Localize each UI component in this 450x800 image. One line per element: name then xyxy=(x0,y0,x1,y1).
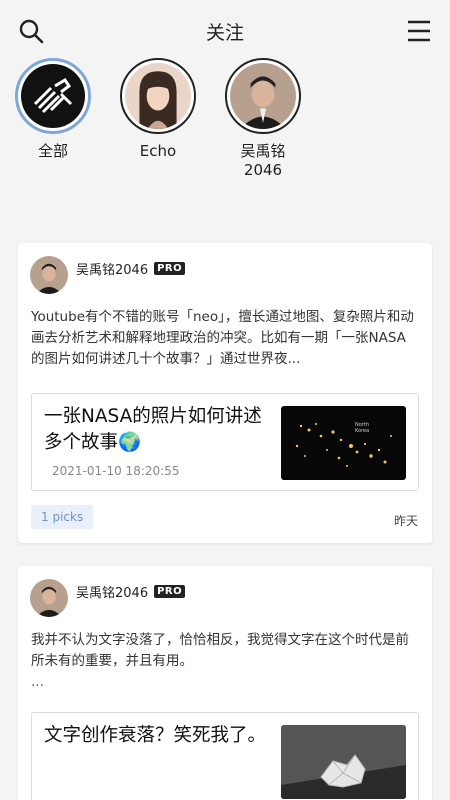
article-title: 一张NASA的照片如何讲述多个故事🌍 xyxy=(44,406,262,453)
author-avatar[interactable] xyxy=(30,579,68,617)
post-author[interactable]: 吴禹铭2046 PRO xyxy=(30,578,186,618)
story-ring xyxy=(120,58,196,134)
story-name: Echo xyxy=(139,142,177,160)
pro-badge: PRO xyxy=(154,261,186,275)
post-text-content: 我并不认为文字没落了，恰恰相反，我觉得文字在这个时代是前所未有的重要，并且有用。 xyxy=(31,632,409,669)
article-title: 文字创作衰落？笑死我了。 xyxy=(44,725,267,746)
story-name: 全部 xyxy=(37,142,68,160)
author-name[interactable]: 吴禹铭2046 xyxy=(76,259,148,278)
post-time: 昨天 xyxy=(393,514,418,528)
linked-article-card[interactable]: 文字创作衰落？笑死我了。 xyxy=(31,712,419,800)
linked-article-card[interactable]: 一张NASA的照片如何讲述多个故事🌍 2021-01-10 18:20:55 N… xyxy=(31,393,419,491)
top-bar: 关注 xyxy=(0,0,450,60)
story-name: 吴禹铭 2046 xyxy=(240,142,286,179)
hamburger-menu-icon[interactable] xyxy=(406,18,432,44)
all-logo-icon xyxy=(21,64,85,128)
author-avatar[interactable] xyxy=(30,256,68,294)
article-thumbnail: North Korea xyxy=(281,406,406,480)
post-card[interactable]: 吴禹铭2046 PRO 我并不认为文字没落了，恰恰相反，我觉得文字在这个时代是前… xyxy=(18,566,432,800)
post-card[interactable]: 吴禹铭2046 PRO Youtube有个不错的账号「neo」，擅长通过地图、复… xyxy=(18,243,432,543)
story-ring-active xyxy=(15,58,91,134)
story-all[interactable]: 全部 xyxy=(13,58,93,161)
story-echo[interactable]: Echo xyxy=(118,58,198,161)
story-ring xyxy=(225,58,301,134)
svg-text:Korea: Korea xyxy=(355,428,369,434)
article-thumbnail xyxy=(281,725,406,799)
post-text[interactable]: 我并不认为文字没落了，恰恰相反，我觉得文字在这个时代是前所未有的重要，并且有用。… xyxy=(31,630,419,693)
post-text[interactable]: Youtube有个不错的账号「neo」，擅长通过地图、复杂照片和动画去分析艺术和… xyxy=(31,307,419,370)
post-text-ellipsis: ... xyxy=(31,674,44,690)
story-wuyuming[interactable]: 吴禹铭 2046 xyxy=(223,58,303,180)
avatar xyxy=(125,63,191,129)
picks-badge[interactable]: 1 picks xyxy=(31,505,94,529)
post-author[interactable]: 吴禹铭2046 PRO xyxy=(30,255,186,295)
page-title: 关注 xyxy=(205,22,244,44)
following-stories-row: 全部 Echo 吴禹铭 2046 xyxy=(0,58,450,188)
article-date: 2021-01-10 18:20:55 xyxy=(52,464,180,478)
pro-badge: PRO xyxy=(154,584,186,598)
avatar xyxy=(230,63,296,129)
author-name[interactable]: 吴禹铭2046 xyxy=(76,582,148,601)
